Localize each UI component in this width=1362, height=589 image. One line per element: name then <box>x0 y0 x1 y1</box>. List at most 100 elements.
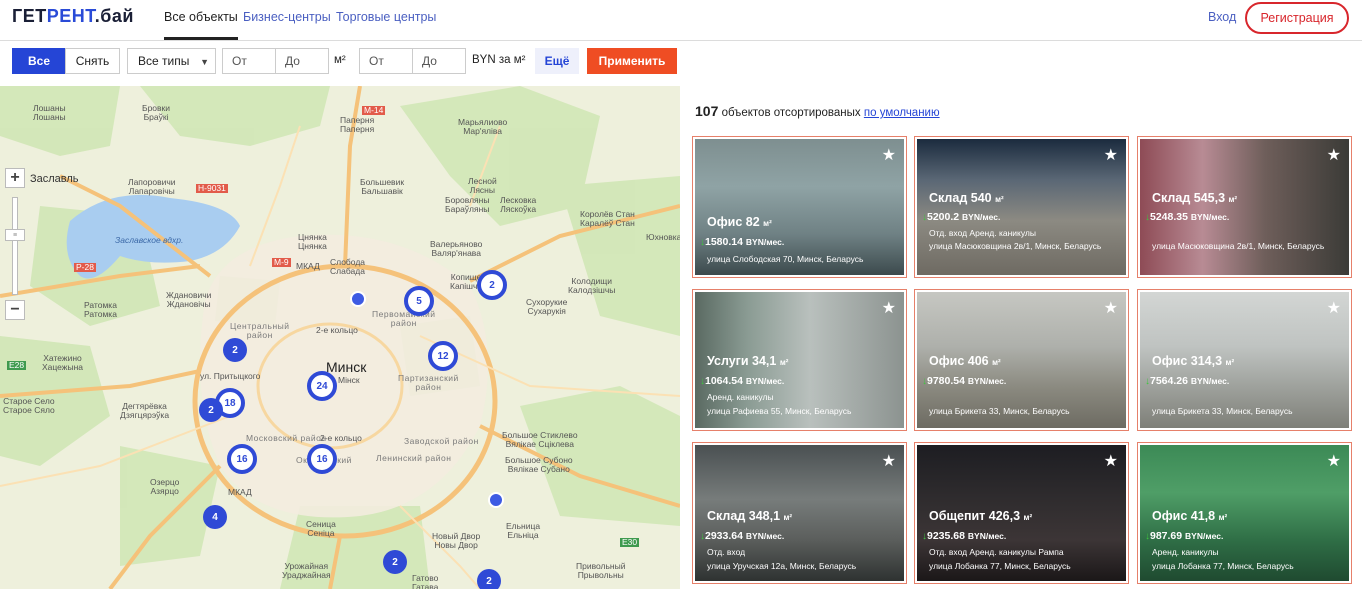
listing-card[interactable]: ★ Офис 314,3 м² ↓7564.26 BYN/мес. улица … <box>1137 289 1352 431</box>
tab-all-objects[interactable]: Все объекты <box>164 10 238 40</box>
listing-price: ↓1064.54 BYN/мес. <box>700 375 785 387</box>
map-label-reservoir: Заславское вдхр. <box>115 235 184 245</box>
map-cluster[interactable]: 16 <box>227 444 257 474</box>
map-label-urozhaynaya: Урожайная Ураджайная <box>282 561 331 580</box>
map-label-d-partizan: Партизанский район <box>398 373 459 392</box>
map-label-d-moskov: Московский район <box>246 433 327 443</box>
listing-tags: Отд. вход Аренд. каникулы <box>929 228 1036 238</box>
map-cluster[interactable]: 2 <box>477 270 507 300</box>
map-cluster[interactable]: 4 <box>203 505 227 529</box>
favorite-star-icon[interactable]: ★ <box>882 298 896 318</box>
price-from-input[interactable]: От <box>359 48 413 74</box>
more-filters-button[interactable]: Ещё <box>535 48 579 74</box>
results-count: 107 <box>695 103 719 119</box>
favorite-star-icon[interactable]: ★ <box>882 451 896 471</box>
listing-address: улица Уручская 12а, Минск, Беларусь <box>707 561 857 571</box>
map-label-d-central: Центральный район <box>230 321 290 340</box>
map-cluster[interactable]: 12 <box>428 341 458 371</box>
listing-card[interactable]: ★ Услуги 34,1 м² ↓1064.54 BYN/мес. Аренд… <box>692 289 907 431</box>
favorite-star-icon[interactable]: ★ <box>1104 451 1118 471</box>
map-cluster[interactable]: 2 <box>223 338 247 362</box>
listing-address: улица Рафиева 55, Минск, Беларусь <box>707 406 852 416</box>
listing-address: улица Лобанка 77, Минск, Беларусь <box>1152 561 1294 571</box>
listing-tags: Отд. вход <box>707 547 746 557</box>
chevron-down-icon: ▼ <box>200 57 209 67</box>
listing-address: улица Масюковщина 2в/1, Минск, Беларусь <box>1152 241 1325 251</box>
map-cluster[interactable]: 16 <box>307 444 337 474</box>
favorite-star-icon[interactable]: ★ <box>882 145 896 165</box>
listing-title: Офис 314,3 м² <box>1152 354 1235 368</box>
register-button[interactable]: Регистрация <box>1245 2 1349 34</box>
map-label-kolco2: 2-е кольцо <box>316 325 358 335</box>
listing-title: Склад 545,3 м² <box>1152 191 1238 205</box>
map-cluster[interactable]: 2 <box>383 550 407 574</box>
map-label-gatovo: Гатово Гатава <box>412 573 439 589</box>
tab-shopping-centers[interactable]: Торговые центры <box>336 10 436 24</box>
type-select[interactable]: Все типы ▼ <box>127 48 216 74</box>
listing-title: Услуги 34,1 м² <box>707 354 789 368</box>
listing-tags: Аренд. каникулы <box>1152 547 1219 557</box>
map-label-senitsa: Сеница Сеніца <box>306 519 336 538</box>
zoom-slider-track[interactable] <box>12 197 18 295</box>
listing-card[interactable]: ★ Склад 545,3 м² ↓5248.35 BYN/мес. улица… <box>1137 136 1352 278</box>
area-to-input[interactable]: До <box>275 48 329 74</box>
type-select-value: Все типы <box>138 54 190 68</box>
map-label-d-zavod: Заводской район <box>404 436 479 446</box>
listing-photo: ★ Склад 540 м² ↓5200.2 BYN/мес. Отд. вхо… <box>917 139 1126 275</box>
map-label-p28: Р-28 <box>74 262 96 272</box>
favorite-star-icon[interactable]: ★ <box>1104 298 1118 318</box>
listing-card[interactable]: ★ Склад 348,1 м² ↓2933.64 BYN/мес. Отд. … <box>692 442 907 584</box>
map-cluster[interactable]: 24 <box>307 371 337 401</box>
map-label-malinovka: Марьялиово Мар'ялiва <box>458 117 508 136</box>
apply-button[interactable]: Применить <box>587 48 677 74</box>
filter-bar: Все Снять Все типы ▼ От До м² От До BYN … <box>0 41 1362 86</box>
price-unit: BYN за м² <box>472 54 526 66</box>
all-button[interactable]: Все <box>12 48 66 74</box>
clear-button[interactable]: Снять <box>65 48 120 74</box>
map-cluster[interactable]: 5 <box>404 286 434 316</box>
listing-photo: ★ Офис 82 м² ↓1580.14 BYN/мес. улица Сло… <box>695 139 904 275</box>
login-link[interactable]: Вход <box>1208 10 1236 24</box>
map-label-kolodishchi: Колодищи Калодзiшчы <box>568 276 616 295</box>
map-base <box>0 86 680 589</box>
favorite-star-icon[interactable]: ★ <box>1104 145 1118 165</box>
listing-card[interactable]: ★ Офис 406 м² ↓9780.54 BYN/мес. улица Бр… <box>914 289 1129 431</box>
map-cluster[interactable]: 2 <box>477 569 501 589</box>
map-label-minsk: Минск <box>326 359 367 375</box>
map-label-zhdanovichi: Ждановичи Ждановiчы <box>166 290 212 309</box>
listing-title: Склад 348,1 м² <box>707 509 793 523</box>
map-label-privolny: Привольный Прывольны <box>576 561 626 580</box>
zoom-out-button[interactable]: − <box>5 300 25 320</box>
favorite-star-icon[interactable]: ★ <box>1327 298 1341 318</box>
price-to-input[interactable]: До <box>412 48 466 74</box>
listing-card[interactable]: ★ Офис 41,8 м² ↓987.69 BYN/мес. Аренд. к… <box>1137 442 1352 584</box>
zoom-in-button[interactable]: + <box>5 168 25 188</box>
listing-card[interactable]: ★ Офис 82 м² ↓1580.14 BYN/мес. улица Сло… <box>692 136 907 278</box>
listing-price: ↓9235.68 BYN/мес. <box>922 530 1007 542</box>
site-logo[interactable]: ГЕТРЕНТ.бай <box>12 6 134 27</box>
map-label-h9031: Н-9031 <box>196 183 228 193</box>
listing-photo: ★ Офис 406 м² ↓9780.54 BYN/мес. улица Бр… <box>917 292 1126 428</box>
map-point[interactable] <box>350 291 366 307</box>
map-label-zaslavl: Заславль <box>30 173 79 185</box>
listing-card[interactable]: ★ Общепит 426,3 м² ↓9235.68 BYN/мес. Отд… <box>914 442 1129 584</box>
logo-suffix: .бай <box>94 6 134 26</box>
favorite-star-icon[interactable]: ★ <box>1327 451 1341 471</box>
map-point[interactable] <box>488 492 504 508</box>
listing-price: ↓2933.64 BYN/мес. <box>700 530 785 542</box>
zoom-slider-handle[interactable]: ≡ <box>5 229 25 241</box>
listing-card[interactable]: ★ Склад 540 м² ↓5200.2 BYN/мес. Отд. вхо… <box>914 136 1129 278</box>
sort-link[interactable]: по умолчанию <box>864 107 940 119</box>
tab-business-centers[interactable]: Бизнес-центры <box>243 10 331 24</box>
favorite-star-icon[interactable]: ★ <box>1327 145 1341 165</box>
map-label-ozertso: Озерцо Азярцо <box>150 477 180 496</box>
map-label-papernia: Паперня Паперня <box>340 115 375 134</box>
area-from-input[interactable]: От <box>222 48 276 74</box>
map-cluster[interactable]: 2 <box>199 398 223 422</box>
logo-accent: РЕНТ <box>46 6 95 26</box>
map-label-mkad-south: МКАД <box>228 487 252 497</box>
listing-address: улица Лобанка 77, Минск, Беларусь <box>929 561 1071 571</box>
listing-photo: ★ Склад 545,3 м² ↓5248.35 BYN/мес. улица… <box>1140 139 1349 275</box>
listing-tags: Отд. вход Аренд. каникулы Рампа <box>929 547 1064 557</box>
map[interactable]: Заславль Заславское вдхр. Минск Мінск Ло… <box>0 86 680 589</box>
